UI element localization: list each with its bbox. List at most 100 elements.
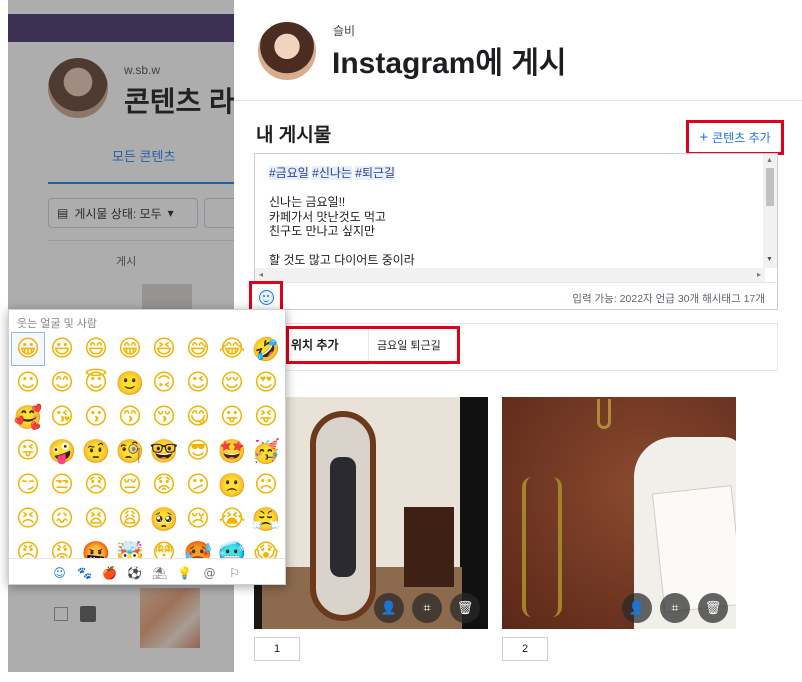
emoji-option[interactable]: 🥺 — [147, 502, 181, 536]
hashtag[interactable]: #금요일 — [269, 166, 309, 180]
emoji-option[interactable]: 😡 — [45, 536, 79, 558]
emoji-option[interactable]: 😎 — [181, 434, 215, 468]
emoji-option[interactable]: 😅 — [181, 332, 215, 366]
emoji-option[interactable]: 😟 — [147, 468, 181, 502]
emoji-category-tab[interactable]: ⚽ — [126, 564, 143, 581]
emoji-option[interactable]: 😖 — [45, 502, 79, 536]
emoji-option[interactable]: 😔 — [113, 468, 147, 502]
horizontal-scrollbar[interactable]: ◂ ▸ — [255, 268, 765, 282]
emoji-option[interactable]: 😊 — [45, 366, 79, 400]
emoji-option[interactable]: 😚 — [147, 400, 181, 434]
emoji-option[interactable]: 😍 — [249, 366, 283, 400]
user-name: 슬비 — [333, 24, 356, 38]
emoji-option[interactable]: 🤪 — [45, 434, 79, 468]
crop-icon[interactable]: ⌗ — [412, 593, 442, 623]
vertical-scrollbar[interactable]: ▲ ▼ — [763, 154, 777, 268]
scroll-up-icon[interactable]: ▲ — [766, 157, 773, 164]
emoji-category-tab[interactable]: ⛱ — [151, 564, 168, 581]
emoji-option[interactable]: 😙 — [113, 400, 147, 434]
emoji-option[interactable]: ☹ — [249, 468, 283, 502]
emoji-option[interactable]: 😤 — [249, 502, 283, 536]
caption-editor[interactable]: #금요일 #신나는 #퇴근길 신나는 금요일!! 카페가서 맛난것도 먹고 친구… — [254, 153, 778, 310]
hashtag[interactable]: #신나는 — [312, 166, 352, 180]
scroll-right-icon[interactable]: ▸ — [757, 270, 761, 279]
emoji-option[interactable]: 🤓 — [147, 434, 181, 468]
emoji-category-tab[interactable]: 💡 — [176, 564, 193, 581]
emoji-option[interactable]: 😋 — [181, 400, 215, 434]
emoji-option[interactable]: 🙂 — [113, 366, 147, 400]
emoji-option[interactable]: 🧐 — [113, 434, 147, 468]
emoji-option[interactable]: 😄 — [79, 332, 113, 366]
avatar — [256, 20, 318, 82]
emoji-option[interactable]: 🤯 — [113, 536, 147, 559]
emoji-option[interactable]: 🥰 — [11, 400, 45, 434]
trash-icon[interactable]: 🗑 — [450, 593, 480, 623]
media-item[interactable]: 👤 ⌗ 🗑 — [254, 397, 488, 629]
emoji-option[interactable]: 😃 — [45, 332, 79, 366]
emoji-category-tab[interactable]: 🍎 — [101, 564, 118, 581]
emoji-option[interactable]: 😌 — [215, 366, 249, 400]
location-field[interactable]: 위치 추가 금요일 퇴근길 — [286, 326, 460, 364]
media-actions: 👤 ⌗ 🗑 — [374, 593, 480, 623]
emoji-option[interactable]: 😣 — [11, 502, 45, 536]
screen: w.sb.w 콘텐츠 라 모든 콘텐츠 ▤ 게시물 상태: 모두 ▾ 게시 슬비… — [0, 0, 802, 682]
header-divider — [234, 100, 802, 101]
emoji-option[interactable]: 😂 — [215, 332, 249, 366]
emoji-category-tab[interactable]: 🐾 — [76, 564, 93, 581]
crop-icon[interactable]: ⌗ — [660, 593, 690, 623]
scroll-left-icon[interactable]: ◂ — [259, 270, 263, 279]
emoji-option[interactable]: 😗 — [79, 400, 113, 434]
emoji-option[interactable]: 😕 — [181, 468, 215, 502]
emoji-option[interactable]: 😁 — [113, 332, 147, 366]
media-item[interactable]: 👤 ⌗ 🗑 — [502, 397, 736, 629]
trash-icon[interactable]: 🗑 — [698, 593, 728, 623]
emoji-option[interactable]: 😭 — [215, 502, 249, 536]
emoji-option[interactable]: 🤩 — [215, 434, 249, 468]
emoji-option[interactable]: 😏 — [11, 468, 45, 502]
caption-line: 카페가서 맛난것도 먹고 — [269, 209, 387, 224]
emoji-option[interactable]: 🙃 — [147, 366, 181, 400]
emoji-option[interactable]: 😞 — [79, 468, 113, 502]
emoji-option[interactable]: 😉 — [181, 366, 215, 400]
scroll-down-icon[interactable]: ▼ — [766, 256, 773, 263]
emoji-category-tab[interactable]: ⚐ — [226, 564, 243, 581]
emoji-option[interactable]: 😘 — [45, 400, 79, 434]
emoji-option[interactable]: 🤬 — [79, 536, 113, 559]
tag-people-icon[interactable]: 👤 — [374, 593, 404, 623]
emoji-option[interactable]: 😝 — [249, 400, 283, 434]
emoji-option[interactable]: 😱 — [249, 536, 283, 558]
emoji-option[interactable]: 🥵 — [181, 536, 215, 559]
emoji-option[interactable]: 😇 — [79, 366, 113, 400]
add-content-button[interactable]: + 콘텐츠 추가 — [686, 120, 784, 155]
emoji-option[interactable]: 🙁 — [215, 468, 249, 502]
location-label: 위치 추가 — [289, 329, 369, 361]
emoji-option[interactable]: 😛 — [215, 400, 249, 434]
emoji-option[interactable]: 😫 — [79, 502, 113, 536]
emoji-option[interactable]: 🥶 — [215, 536, 249, 559]
emoji-option[interactable]: 😆 — [147, 332, 181, 366]
caption-text[interactable]: #금요일 #신나는 #퇴근길 신나는 금요일!! 카페가서 맛난것도 먹고 친구… — [269, 166, 759, 274]
emoji-option[interactable]: 🤨 — [79, 434, 113, 468]
tag-people-icon[interactable]: 👤 — [622, 593, 652, 623]
photo-detail — [330, 457, 356, 577]
hashtag[interactable]: #퇴근길 — [355, 166, 396, 180]
emoji-category-tabs: ☺ 🐾 🍎 ⚽ ⛱ 💡 @ ⚐ — [9, 558, 285, 586]
emoji-option[interactable]: 🥳 — [249, 434, 283, 468]
emoji-option[interactable]: 😩 — [113, 502, 147, 536]
emoji-option[interactable]: 😒 — [45, 468, 79, 502]
emoji-picker: 웃는 얼굴 및 사람 😀 😃 😄 😁 😆 😅 😂 🤣 ☺ 😊 😇 🙂 🙃 😉 😌 😍 🥰 😘 😗 😙 😚 😋 😛 😝 😜 🤪 🤨 🧐 🤓… — [8, 309, 286, 585]
emoji-category-label: 웃는 얼굴 및 사람 — [17, 318, 98, 330]
emoji-option[interactable]: 😀 — [11, 332, 45, 366]
emoji-option[interactable]: 😠 — [11, 536, 45, 558]
location-value[interactable]: 금요일 퇴근길 — [369, 337, 441, 353]
media-index[interactable]: 1 — [254, 637, 300, 661]
scrollbar-thumb[interactable] — [766, 168, 774, 206]
emoji-option[interactable]: 😳 — [147, 536, 181, 558]
emoji-category-tab[interactable]: ☺ — [51, 564, 68, 581]
emoji-option[interactable]: 😜 — [11, 434, 45, 468]
emoji-option[interactable]: 😢 — [181, 502, 215, 536]
emoji-category-tab[interactable]: @ — [201, 564, 218, 581]
media-index[interactable]: 2 — [502, 637, 548, 661]
emoji-option[interactable]: ☺ — [11, 366, 45, 400]
emoji-option[interactable]: 🤣 — [249, 332, 283, 366]
